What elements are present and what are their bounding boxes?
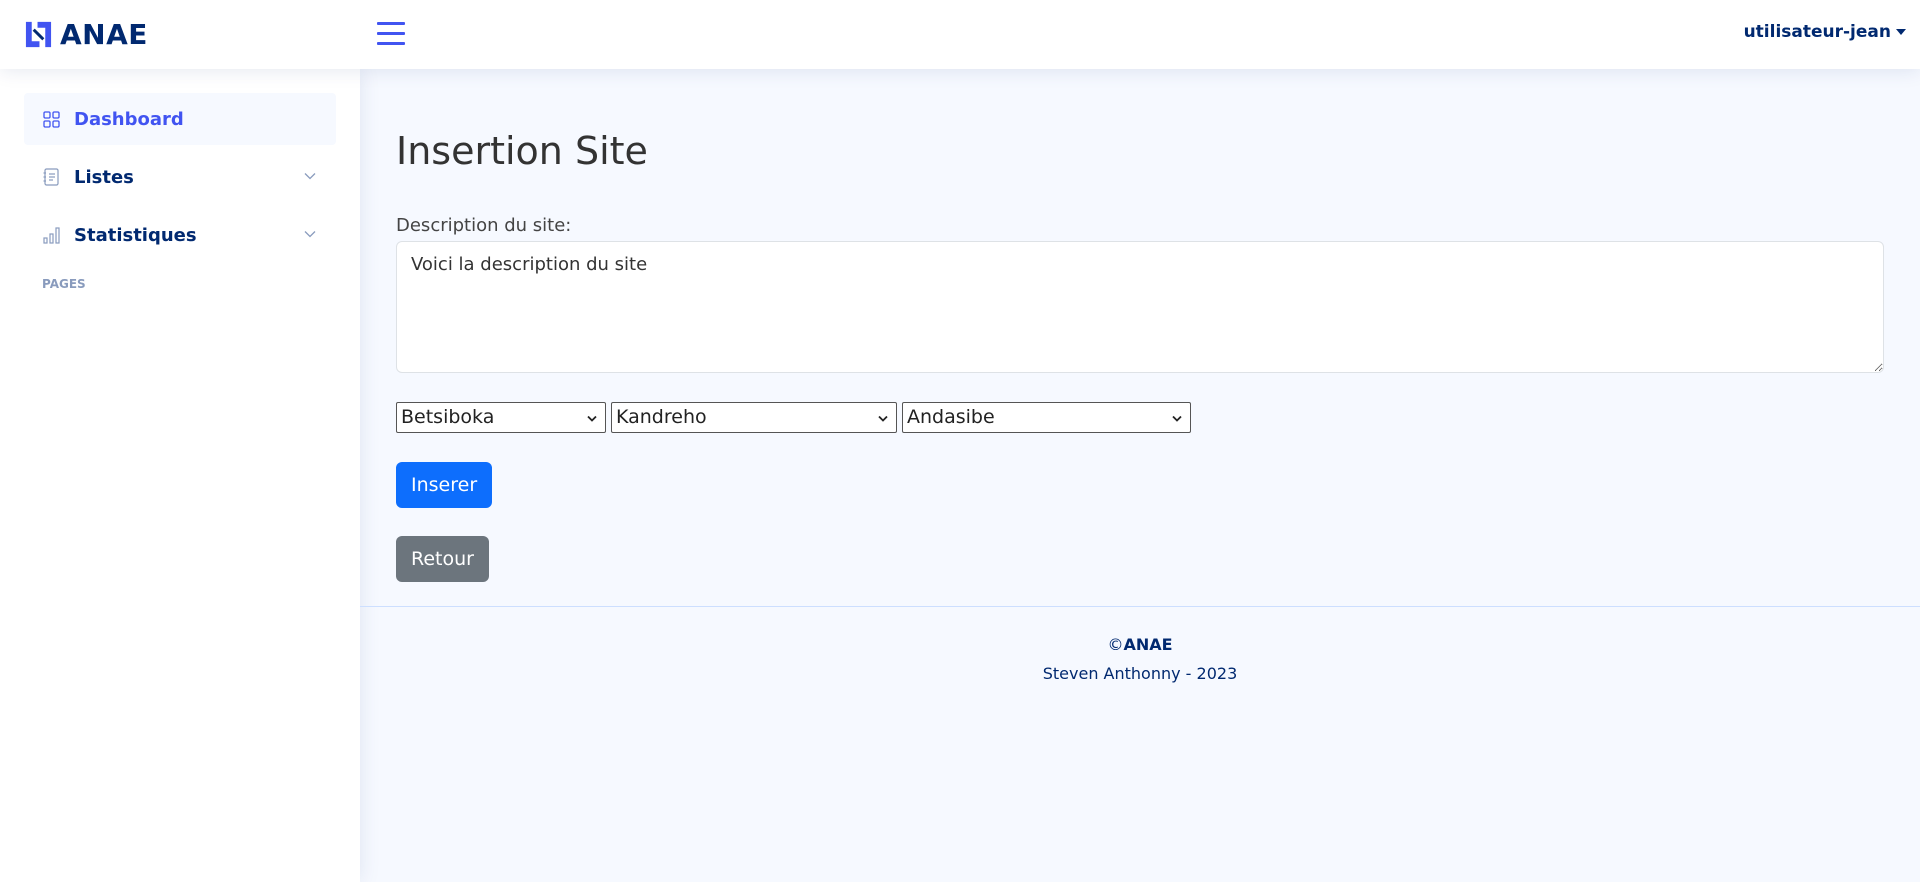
sidebar-item-label: Listes xyxy=(74,166,134,188)
chevron-down-icon xyxy=(1172,415,1182,422)
description-label: Description du site: xyxy=(396,215,572,236)
location-selects: Betsiboka Kandreho Andasibe xyxy=(396,402,1191,433)
sidebar-item-statistiques[interactable]: Statistiques xyxy=(24,209,336,261)
sidebar-item-dashboard[interactable]: Dashboard xyxy=(24,93,336,145)
sidebar-item-label: Dashboard xyxy=(74,108,184,130)
commune-select[interactable]: Andasibe xyxy=(902,402,1191,433)
page-title: Insertion Site xyxy=(396,129,648,173)
brand-name: ANAE xyxy=(60,17,148,51)
anae-logo-icon xyxy=(25,21,52,47)
toggle-sidebar-icon[interactable] xyxy=(377,21,405,46)
chevron-down-icon xyxy=(587,415,597,422)
user-name: utilisateur-jean xyxy=(1743,22,1891,42)
sidebar-heading-pages: Pages xyxy=(42,277,86,291)
district-select[interactable]: Kandreho xyxy=(611,402,897,433)
chevron-down-icon xyxy=(878,415,888,422)
back-button[interactable]: Retour xyxy=(396,536,489,582)
copyright-brand: ANAE xyxy=(1123,635,1173,654)
footer: ©ANAE Steven Anthonny - 2023 xyxy=(360,606,1920,683)
grid-icon xyxy=(42,110,60,128)
user-dropdown[interactable]: utilisateur-jean xyxy=(1744,22,1906,42)
footer-credit: Steven Anthonny - 2023 xyxy=(1042,664,1238,683)
sidebar: Dashboard Listes Statistiques Pages xyxy=(0,69,360,882)
sidebar-item-label: Statistiques xyxy=(74,224,197,246)
top-header: ANAE utilisateur-jean xyxy=(0,0,1920,69)
district-select-value: Kandreho xyxy=(616,406,707,428)
insert-button[interactable]: Inserer xyxy=(396,462,493,508)
region-select[interactable]: Betsiboka xyxy=(396,402,606,433)
chevron-down-icon xyxy=(304,173,316,180)
journal-text-icon xyxy=(42,168,60,186)
caret-down-icon xyxy=(1896,29,1906,35)
chevron-down-icon xyxy=(304,231,316,238)
bar-chart-icon xyxy=(42,226,60,244)
copyright-symbol: © xyxy=(1107,635,1124,654)
commune-select-value: Andasibe xyxy=(907,406,995,428)
sidebar-item-listes[interactable]: Listes xyxy=(24,151,336,203)
region-select-value: Betsiboka xyxy=(401,406,495,428)
footer-copyright: ©ANAE xyxy=(360,635,1920,654)
description-textarea[interactable]: Voici la description du site xyxy=(396,241,1884,373)
brand-logo[interactable]: ANAE xyxy=(24,17,148,51)
